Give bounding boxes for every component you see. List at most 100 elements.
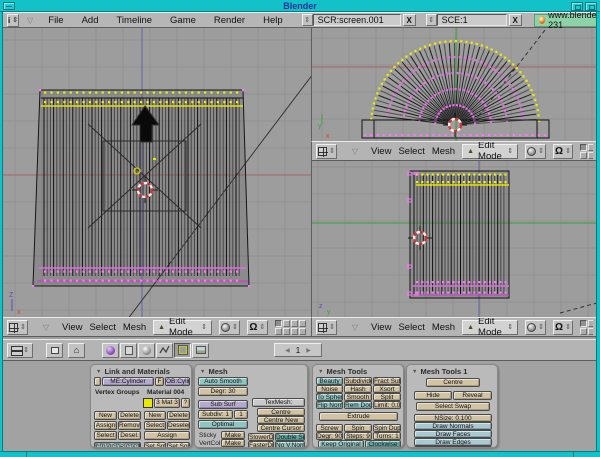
editor-type-button[interactable]: ⇕ xyxy=(316,144,337,159)
editing-context-button[interactable] xyxy=(174,343,191,358)
window-maximize-button[interactable] xyxy=(585,2,597,11)
scene-browse-button[interactable]: ⇕ xyxy=(426,14,437,26)
select-swap-button[interactable]: Select Swap xyxy=(416,402,490,411)
centre-button[interactable]: Centre xyxy=(426,378,480,387)
menu-add[interactable]: Add xyxy=(82,15,99,26)
layer-cell[interactable] xyxy=(299,328,306,335)
spin-dup-button[interactable]: Spin Dup xyxy=(373,424,401,432)
material-select-button[interactable]: Select xyxy=(144,421,166,430)
autotexspace-toggle[interactable]: AutoTexSpace xyxy=(94,442,141,448)
mode-dropdown[interactable]: ▲ Edit Mode ⇕ xyxy=(462,144,518,159)
layer-cell[interactable] xyxy=(299,320,306,327)
header-collapse-icon[interactable]: ▽ xyxy=(43,323,49,332)
layer-cell[interactable] xyxy=(588,328,593,335)
draw-type-button[interactable]: ⇕ xyxy=(525,320,546,335)
fasterdraw-button[interactable]: FasterDraw xyxy=(248,441,274,448)
rem-doubles-button[interactable]: Rem Doub xyxy=(344,401,372,409)
beauty-toggle[interactable]: Beauty xyxy=(316,377,343,385)
extrude-button[interactable]: Extrude xyxy=(319,412,398,421)
nsize-slider[interactable]: NSize: 0.100 xyxy=(414,414,492,422)
me-name-field[interactable]: ME:Cylinder xyxy=(102,377,154,386)
viewport-top[interactable]: yx xyxy=(311,28,597,141)
screen-browse-button[interactable]: ⇕ xyxy=(302,14,313,26)
layer-cell[interactable] xyxy=(588,144,593,151)
draw-normals-toggle[interactable]: Draw Normals xyxy=(414,422,492,430)
mode-dropdown[interactable]: ▲ Edit Mode ⇕ xyxy=(462,320,518,335)
flip-norm-button[interactable]: Flip Norm xyxy=(316,401,343,409)
script-context-button[interactable] xyxy=(120,343,137,358)
material-color-swatch[interactable] xyxy=(143,398,153,408)
layer-cell[interactable] xyxy=(275,320,282,327)
frame-prev-icon[interactable]: ◀ xyxy=(285,347,290,354)
menu-view[interactable]: View xyxy=(371,322,391,333)
layer-cell[interactable] xyxy=(283,328,290,335)
subdivide-button[interactable]: Subdivide xyxy=(344,377,372,385)
sticky-make-button[interactable]: Make xyxy=(221,431,245,439)
no-vnormal-flip-toggle[interactable]: No V.Normal Flip xyxy=(275,441,305,448)
degr-number-field[interactable]: Degr: 90 xyxy=(316,432,343,440)
material-deselect-button[interactable]: Deselect xyxy=(167,421,190,430)
turns-number-field[interactable]: Turns: 1 xyxy=(373,432,401,440)
menu-file[interactable]: File xyxy=(48,15,63,26)
layer-cell[interactable] xyxy=(283,320,290,327)
material-query-button[interactable]: ? xyxy=(181,398,190,408)
scene-name-field[interactable]: SCE:1 xyxy=(437,14,507,26)
xsort-button[interactable]: Xsort xyxy=(373,385,401,393)
editor-type-button[interactable]: ⇕ xyxy=(7,343,33,358)
double-sided-toggle[interactable]: Double Sided xyxy=(275,433,305,441)
collapse-icon[interactable]: ▽ xyxy=(27,16,33,25)
material-new-button[interactable]: New xyxy=(144,411,166,420)
auto-smooth-toggle[interactable]: Auto Smooth xyxy=(198,377,248,386)
centre-button[interactable]: Centre xyxy=(257,408,305,416)
pivot-button[interactable]: Ω⇕ xyxy=(247,320,268,335)
pivot-button[interactable]: Ω⇕ xyxy=(553,320,573,335)
menu-view[interactable]: View xyxy=(62,322,82,333)
degr-number-field[interactable]: Degr: 30 xyxy=(198,387,248,396)
reveal-button[interactable]: Reveal xyxy=(453,391,492,400)
layer-cell[interactable] xyxy=(588,152,593,159)
frame-number-stepper[interactable]: ◀ 1 ▶ xyxy=(274,343,322,357)
me-browse-button[interactable] xyxy=(94,377,101,386)
scene-context-button[interactable] xyxy=(192,343,209,358)
centre-cursor-button[interactable]: Centre Cursor xyxy=(257,424,305,432)
layer-cell[interactable] xyxy=(275,328,282,335)
logic-context-button[interactable] xyxy=(102,343,119,358)
set-solid-button[interactable]: Set Solid xyxy=(167,442,190,448)
fake-user-button[interactable]: F xyxy=(155,377,164,386)
subdiv-number-field[interactable]: Subdiv: 1 xyxy=(198,410,233,419)
screw-button[interactable]: Screw xyxy=(316,424,343,432)
vgroup-deselect-button[interactable]: Desel. xyxy=(118,431,141,440)
subdiv-render-field[interactable]: 1 xyxy=(234,410,248,419)
set-smooth-button[interactable]: Set Smooth xyxy=(144,442,166,448)
header-collapse-icon[interactable]: ▽ xyxy=(352,323,358,332)
shading-context-button[interactable] xyxy=(138,343,155,358)
layer-buttons[interactable] xyxy=(275,320,307,335)
vgroup-new-button[interactable]: New xyxy=(94,411,117,420)
panel-header[interactable]: ▼Mesh Tools xyxy=(313,365,403,376)
hide-button[interactable]: Hide xyxy=(414,391,452,400)
scene-delete-button[interactable]: X xyxy=(509,14,522,26)
menu-mesh[interactable]: Mesh xyxy=(123,322,146,333)
vgroup-remove-button[interactable]: Remove xyxy=(118,421,141,430)
smooth-button[interactable]: Smooth xyxy=(344,393,372,401)
layer-cell[interactable] xyxy=(291,320,298,327)
frame-next-icon[interactable]: ▶ xyxy=(306,347,311,354)
draw-edges-toggle[interactable]: Draw Edges xyxy=(414,438,492,446)
window-minimize-button[interactable] xyxy=(571,2,583,11)
layer-cell[interactable] xyxy=(580,320,587,327)
to-sphere-button[interactable]: To Sphere xyxy=(316,393,343,401)
centre-new-button[interactable]: Centre New xyxy=(257,416,305,424)
hash-button[interactable]: Hash xyxy=(344,385,372,393)
layer-buttons[interactable] xyxy=(580,320,593,335)
menu-select[interactable]: Select xyxy=(398,146,424,157)
optimal-toggle[interactable]: Optimal xyxy=(198,420,248,429)
spin-button[interactable]: Spin xyxy=(344,424,372,432)
slowerdraw-button[interactable]: SlowerDraw xyxy=(248,433,274,441)
layer-cell[interactable] xyxy=(580,152,587,159)
all-edges-toggle[interactable]: All edges xyxy=(414,446,492,448)
menu-select[interactable]: Select xyxy=(398,322,424,333)
pivot-button[interactable]: Ω⇕ xyxy=(553,144,573,159)
panel-header[interactable]: ▼Link and Materials xyxy=(91,365,191,376)
screen-delete-button[interactable]: X xyxy=(403,14,416,26)
layer-cell[interactable] xyxy=(588,320,593,327)
